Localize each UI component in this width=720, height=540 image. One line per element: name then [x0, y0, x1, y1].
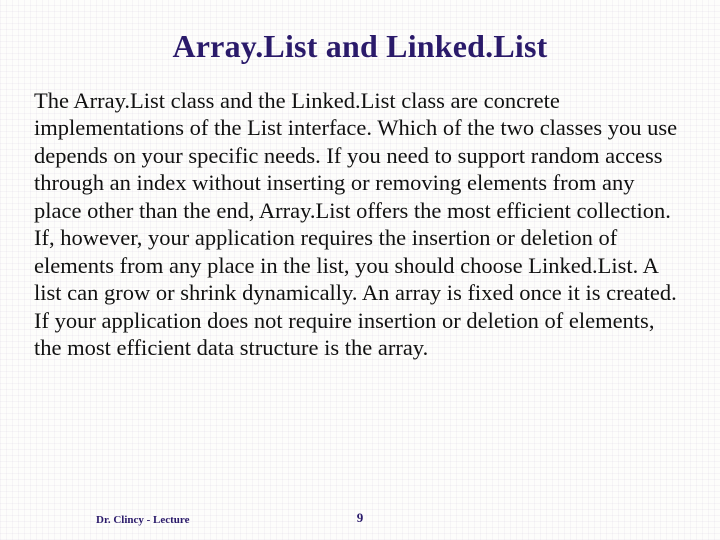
page-number: 9: [0, 510, 720, 526]
slide: Array.List and Linked.List The Array.Lis…: [0, 0, 720, 540]
slide-body-text: The Array.List class and the Linked.List…: [34, 87, 686, 361]
slide-footer: Dr. Clincy - Lecture 9: [0, 506, 720, 526]
slide-title: Array.List and Linked.List: [34, 28, 686, 65]
